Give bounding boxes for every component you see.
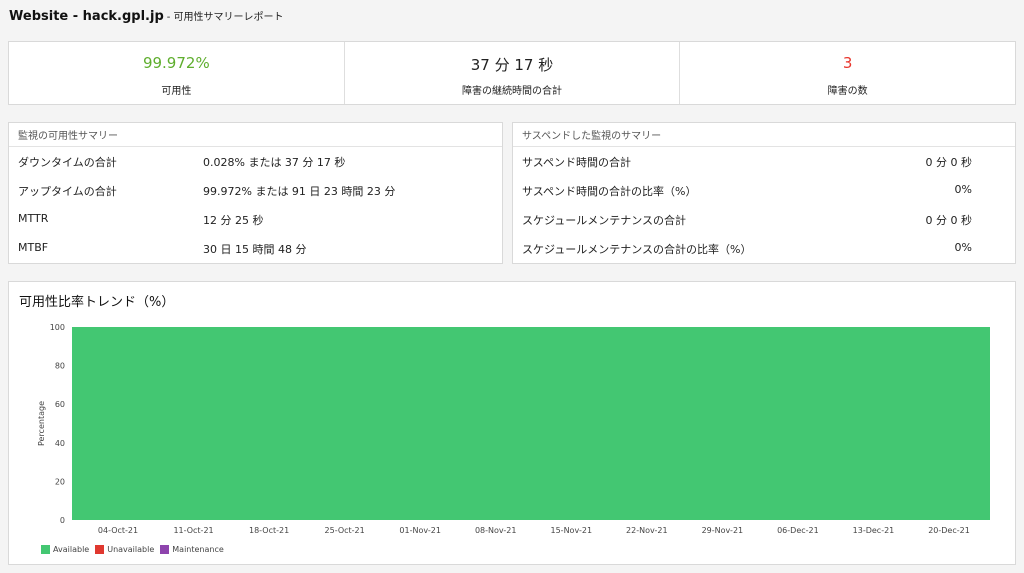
x-tick-label: 08-Nov-21 [475,526,517,535]
x-tick-label: 15-Nov-21 [551,526,593,535]
row-key: MTTR [18,212,49,225]
availability-trend-chart-panel: 可用性比率トレンド（%） 0 20 40 60 80 100 Percentage 04-Oc… [8,281,1016,565]
row-key: サスペンド時間の合計の比率（%） [522,185,697,198]
availability-stat: 99.972% 可用性 [9,42,344,104]
table-row: アップタイムの合計 99.972% または 91 日 23 時間 23 分 [9,176,502,205]
row-key: スケジュールメンテナンスの合計 [522,214,687,227]
legend-swatch [160,545,170,554]
table-row: サスペンド時間の合計の比率（%） 0% [513,176,1015,205]
downtime-label: 障害の継続時間の合計 [462,86,562,97]
x-tick-label: 06-Dec-21 [777,526,819,535]
legend-item-available[interactable]: Available [41,545,89,554]
table-row: ダウンタイムの合計 0.028% または 37 分 17 秒 [9,147,502,176]
downtime-value: 37 分 17 秒 [470,56,554,74]
x-tick-label: 18-Oct-21 [249,526,289,535]
row-value: 12 分 25 秒 [203,214,264,227]
page-subtitle: - 可用性サマリーレポート [166,12,284,23]
x-tick-label: 29-Nov-21 [702,526,744,535]
suspended-summary-title: サスペンドした監視のサマリー [513,123,1015,147]
table-row: サスペンド時間の合計 0 分 0 秒 [513,147,1015,176]
x-tick-label: 25-Oct-21 [325,526,365,535]
legend-swatch [41,545,50,554]
row-key: サスペンド時間の合計 [522,156,632,169]
x-tick-label: 04-Oct-21 [98,526,138,535]
availability-trend-chart: 0 20 40 60 80 100 Percentage 04-Oct-21 11-Oct-21… [37,323,990,535]
table-row: MTBF 30 日 15 時間 48 分 [9,234,502,263]
legend-item-unavailable[interactable]: Unavailable [95,545,154,554]
legend-label: Maintenance [172,545,224,554]
stats-panel: 99.972% 可用性 37 分 17 秒 障害の継続時間の合計 3 障害の数 [8,41,1016,105]
page-title: Website - hack.gpl.jp [9,9,164,24]
row-value: 99.972% または 91 日 23 時間 23 分 [203,185,396,198]
availability-value: 99.972% [142,54,210,72]
row-value: 0.028% または 37 分 17 秒 [203,156,346,169]
x-tick-label: 20-Dec-21 [928,526,970,535]
availability-summary-table: 監視の可用性サマリー ダウンタイムの合計 0.028% または 37 分 17 秒… [8,122,503,264]
table-row: スケジュールメンテナンスの合計の比率（%） 0% [513,234,1015,263]
y-tick-label: 60 [55,400,65,409]
report-header: Website - hack.gpl.jp - 可用性サマリーレポート [9,5,284,24]
outage-count-value: 3 [842,54,853,72]
suspended-summary-table: サスペンドした監視のサマリー サスペンド時間の合計 0 分 0 秒 サスペンド時間… [512,122,1016,264]
table-row: スケジュールメンテナンスの合計 0 分 0 秒 [513,205,1015,234]
y-tick-label: 100 [50,323,65,332]
row-key: MTBF [18,241,49,254]
row-value: 0 分 0 秒 [925,156,973,169]
availability-label: 可用性 [161,86,192,97]
downtime-stat: 37 分 17 秒 障害の継続時間の合計 [343,42,680,104]
x-tick-label: 01-Nov-21 [399,526,441,535]
outage-count-stat: 3 障害の数 [679,42,1015,104]
row-key: ダウンタイムの合計 [18,156,117,169]
legend-label: Available [53,545,90,554]
x-tick-label: 22-Nov-21 [626,526,668,535]
chart-legend: Available Unavailable Maintenance [41,545,224,554]
series-area-available [72,327,990,520]
row-key: スケジュールメンテナンスの合計の比率（%） [522,243,752,256]
table-row: MTTR 12 分 25 秒 [9,205,502,234]
row-value: 0% [954,241,972,254]
legend-item-maintenance[interactable]: Maintenance [160,545,224,554]
row-value: 0% [954,183,972,196]
y-tick-label: 0 [60,516,65,525]
y-tick-label: 80 [55,362,65,371]
x-tick-label: 13-Dec-21 [853,526,895,535]
legend-swatch [95,545,105,554]
x-tick-label: 11-Oct-21 [173,526,213,535]
row-value: 0 分 0 秒 [925,214,973,227]
outage-count-label: 障害の数 [827,86,868,97]
row-value: 30 日 15 時間 48 分 [203,243,307,256]
y-axis-label: Percentage [37,401,46,446]
y-tick-label: 20 [55,477,65,486]
legend-label: Unavailable [107,545,155,554]
availability-summary-title: 監視の可用性サマリー [9,123,502,147]
row-key: アップタイムの合計 [18,185,117,198]
y-tick-label: 40 [55,439,65,448]
